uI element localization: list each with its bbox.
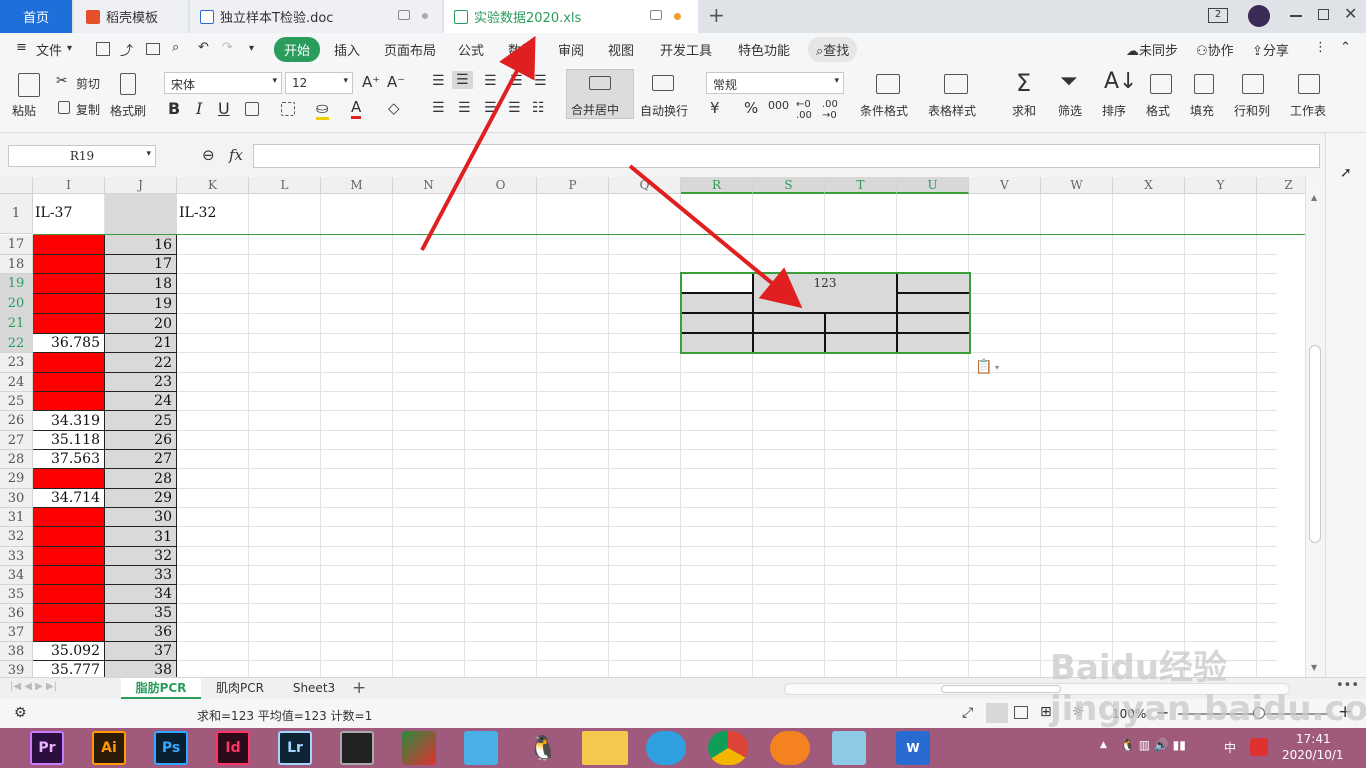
- arrow-to-data-menu: [420, 35, 536, 251]
- arrow-to-merged-cell: [628, 164, 803, 309]
- baidu-watermark: Baidu经验 jingyan.baidu.com: [1050, 648, 1366, 729]
